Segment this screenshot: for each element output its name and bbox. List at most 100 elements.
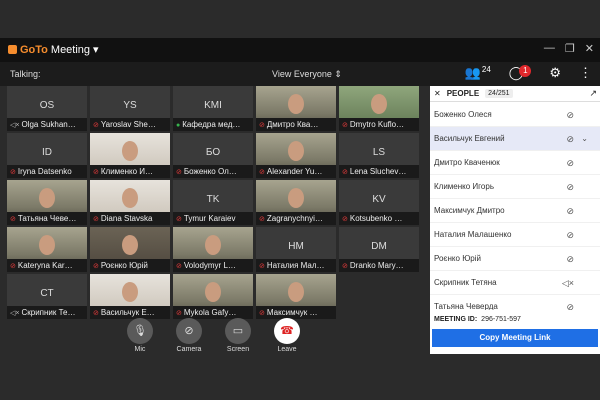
mic-muted-icon[interactable]: ⊘ [566, 295, 574, 310]
screen-button[interactable]: ▭ Screen [218, 318, 258, 353]
people-list-item[interactable]: Максимчук Дмитро ⊘ [430, 199, 600, 223]
people-list-item[interactable]: Боженко Олеся ⊘ [430, 103, 600, 127]
participant-name: Татьяна Чеве… [17, 214, 77, 223]
mic-muted-icon: ⊘ [342, 122, 348, 129]
video-tile[interactable]: TK ⊘ Tymur Karaiev [173, 180, 253, 225]
participant-name-bar: ⊘ Lena Sluchev… [339, 165, 419, 178]
participant-name-bar: ◁× Olga Sukhan… [7, 118, 87, 131]
person-name: Дмитро Кваченюк [434, 158, 500, 167]
minimize-button[interactable]: — [544, 42, 555, 55]
people-list-item[interactable]: Наталия Малашенко ⊘ [430, 223, 600, 247]
people-list-item[interactable]: Клименко Игорь ⊘ [430, 175, 600, 199]
video-tile[interactable]: ⊘ Клименко И… [90, 133, 170, 178]
mic-muted-icon: ⊘ [342, 169, 348, 176]
person-name: Татьяна Чеверда [434, 302, 498, 310]
video-tile[interactable]: ID ⊘ Iryna Datsenko [7, 133, 87, 178]
video-tile[interactable]: ⊘ Alexander Yu… [256, 133, 336, 178]
mic-muted-icon[interactable]: ⊘ [566, 103, 574, 127]
people-list-item[interactable]: Скрипник Тетяна ◁× [430, 271, 600, 295]
participant-initials: НМ [288, 241, 304, 252]
video-tile[interactable]: ⊘ Дмитро Ква… [256, 86, 336, 131]
video-tile[interactable]: OS ◁× Olga Sukhan… [7, 86, 87, 131]
app-menu[interactable]: GoTo Meeting ▾ [8, 43, 99, 56]
video-tile[interactable]: ⊘ Diana Stavska [90, 180, 170, 225]
video-tile[interactable]: KMI ● Кафедра мед… [173, 86, 253, 131]
mic-label: Mic [134, 346, 146, 353]
video-tile[interactable]: ⊘ Dmytro Kuflo… [339, 86, 419, 131]
camera-button[interactable]: ⊘ Camera [169, 318, 209, 353]
mic-muted-icon[interactable]: ⊘ [566, 127, 574, 151]
copy-meeting-link-button[interactable]: Copy Meeting Link [432, 329, 598, 347]
participant-video [288, 141, 304, 161]
leave-button[interactable]: ☎ Leave [267, 318, 307, 353]
participant-initials: OS [39, 100, 55, 111]
participant-name-bar: ⊘ Yaroslav She… [90, 118, 170, 131]
person-name: Клименко Игорь [434, 182, 494, 191]
video-tile[interactable]: DM ⊘ Dranko Mary… [339, 227, 419, 272]
participant-name-bar: ● Кафедра мед… [173, 118, 253, 131]
participant-video [371, 94, 387, 114]
mic-muted-icon: ⊘ [93, 216, 99, 223]
participant-video [205, 282, 221, 302]
meeting-id-label: MEETING ID: [434, 316, 478, 323]
settings-button[interactable]: ⚙ [549, 65, 561, 81]
participant-name-bar: ⊘ Клименко И… [90, 165, 170, 178]
mic-muted-icon[interactable]: ⊘ [566, 199, 574, 223]
mic-muted-icon: ⊘ [259, 122, 265, 129]
video-tile[interactable]: БО ⊘ Боженко Ол… [173, 133, 253, 178]
mic-button[interactable]: 🎙 Mic [120, 318, 160, 353]
video-tile[interactable]: ⊘ Kateryna Kar… [7, 227, 87, 272]
mic-muted-icon[interactable]: ⊘ [566, 247, 574, 271]
speaker-muted-icon[interactable]: ◁× [562, 271, 574, 295]
gotomeeting-logo-icon [8, 45, 17, 54]
participant-name-bar: ⊘ Дмитро Ква… [256, 118, 336, 131]
popout-icon[interactable]: ↗ [589, 88, 597, 99]
video-tile[interactable]: НМ ⊘ Наталия Мал… [256, 227, 336, 272]
restore-button[interactable]: ❐ [565, 42, 575, 55]
close-panel-button[interactable]: ✕ [434, 89, 441, 98]
people-button[interactable]: 👥24 [465, 65, 491, 81]
video-tile[interactable]: ⊘ Максимчук … [256, 274, 336, 319]
chat-button[interactable]: ◯1 [509, 65, 532, 81]
participant-video [122, 188, 138, 208]
chevron-down-icon[interactable]: ⌄ [581, 127, 588, 151]
app-title-suffix: Meeting [50, 43, 91, 56]
people-count-badge: 24/251 [485, 89, 513, 98]
video-tile[interactable]: ⊘ Татьяна Чеве… [7, 180, 87, 225]
participant-name-bar: ⊘ Volodymyr L… [173, 259, 253, 272]
video-tile[interactable]: LS ⊘ Lena Sluchev… [339, 133, 419, 178]
video-tile[interactable]: ⊘ Volodymyr L… [173, 227, 253, 272]
video-tile[interactable]: ⊘ Zagranychnyi… [256, 180, 336, 225]
video-tile[interactable]: ⊘ Васильчук Е… [90, 274, 170, 319]
mic-muted-icon: ⊘ [259, 310, 265, 317]
speaker-muted-icon: ◁× [10, 310, 20, 317]
people-list-item[interactable]: Татьяна Чеверда ⊘ [430, 295, 600, 310]
people-header: ✕ PEOPLE 24/251 ↗ [430, 86, 600, 102]
mic-muted-icon[interactable]: ⊘ [566, 151, 574, 175]
view-selector[interactable]: View Everyone ⇕ [272, 69, 342, 80]
app-title-prefix: GoTo [20, 43, 48, 56]
video-tile[interactable]: ⊘ Роєнко Юрій [90, 227, 170, 272]
video-tile[interactable]: CT ◁× Скрипник Те… [7, 274, 87, 319]
participant-name-bar: ⊘ Роєнко Юрій [90, 259, 170, 272]
people-list-item[interactable]: Дмитро Кваченюк ⊘ [430, 151, 600, 175]
video-tile[interactable]: YS ⊘ Yaroslav She… [90, 86, 170, 131]
more-menu-button[interactable]: ⋮ [579, 65, 592, 81]
mic-muted-icon[interactable]: ⊘ [566, 223, 574, 247]
leave-label: Leave [277, 346, 297, 353]
video-tile[interactable]: ⊘ Mykola Gafy… [173, 274, 253, 319]
people-list-item[interactable]: Васильчук Евгений ⊘ ⌄ [430, 127, 600, 151]
participant-video [39, 235, 55, 255]
participant-name-bar: ⊘ Dranko Mary… [339, 259, 419, 272]
talking-bar: Talking: View Everyone ⇕ 👥24 ◯1 ⚙ ⋮ [0, 62, 600, 86]
person-name: Роєнко Юрій [434, 254, 481, 263]
close-window-button[interactable]: ✕ [585, 42, 594, 55]
participant-name: Васильчук Е… [100, 308, 155, 317]
mic-muted-icon: ⊘ [93, 122, 99, 129]
video-tile[interactable]: KV ⊘ Kotsubenko … [339, 180, 419, 225]
mic-muted-icon: ⊘ [10, 216, 16, 223]
mic-muted-icon[interactable]: ⊘ [566, 175, 574, 199]
chat-badge: 1 [519, 65, 532, 77]
participant-name: Kotsubenko … [349, 214, 403, 223]
people-list-item[interactable]: Роєнко Юрій ⊘ [430, 247, 600, 271]
